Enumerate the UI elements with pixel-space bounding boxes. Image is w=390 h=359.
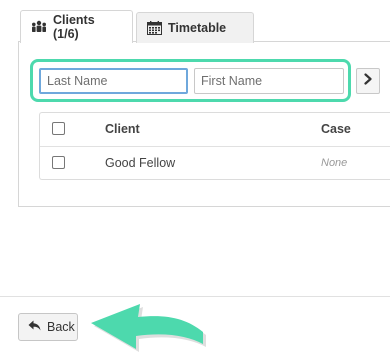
last-name-field[interactable] <box>39 68 188 94</box>
chevron-right-icon <box>363 72 373 90</box>
next-button[interactable] <box>356 68 380 94</box>
first-name-field[interactable] <box>194 68 344 94</box>
column-header-case[interactable]: Case <box>321 122 351 136</box>
calendar-icon <box>147 21 162 35</box>
tab-timetable[interactable]: Timetable <box>136 12 254 43</box>
row-checkbox[interactable] <box>52 156 65 169</box>
tab-timetable-label: Timetable <box>168 21 227 35</box>
table-row[interactable]: Good Fellow None <box>40 148 390 180</box>
tab-clients[interactable]: Clients (1/6) <box>20 10 133 43</box>
back-button[interactable]: Back <box>18 313 78 341</box>
column-header-client[interactable]: Client <box>105 122 140 136</box>
table-header: Client Case <box>40 113 390 147</box>
tab-clients-label: Clients (1/6) <box>53 13 95 41</box>
users-icon <box>31 20 47 34</box>
curved-arrow-icon <box>91 304 206 352</box>
cell-case: None <box>321 157 348 169</box>
back-button-label: Back <box>47 320 75 334</box>
tab-bar: Clients (1/6) Timetable <box>18 10 390 43</box>
cell-client: Good Fellow <box>105 156 176 170</box>
select-all-checkbox[interactable] <box>52 122 65 135</box>
clients-table: Client Case Good Fellow None <box>39 112 390 180</box>
reply-arrow-icon <box>28 320 41 334</box>
